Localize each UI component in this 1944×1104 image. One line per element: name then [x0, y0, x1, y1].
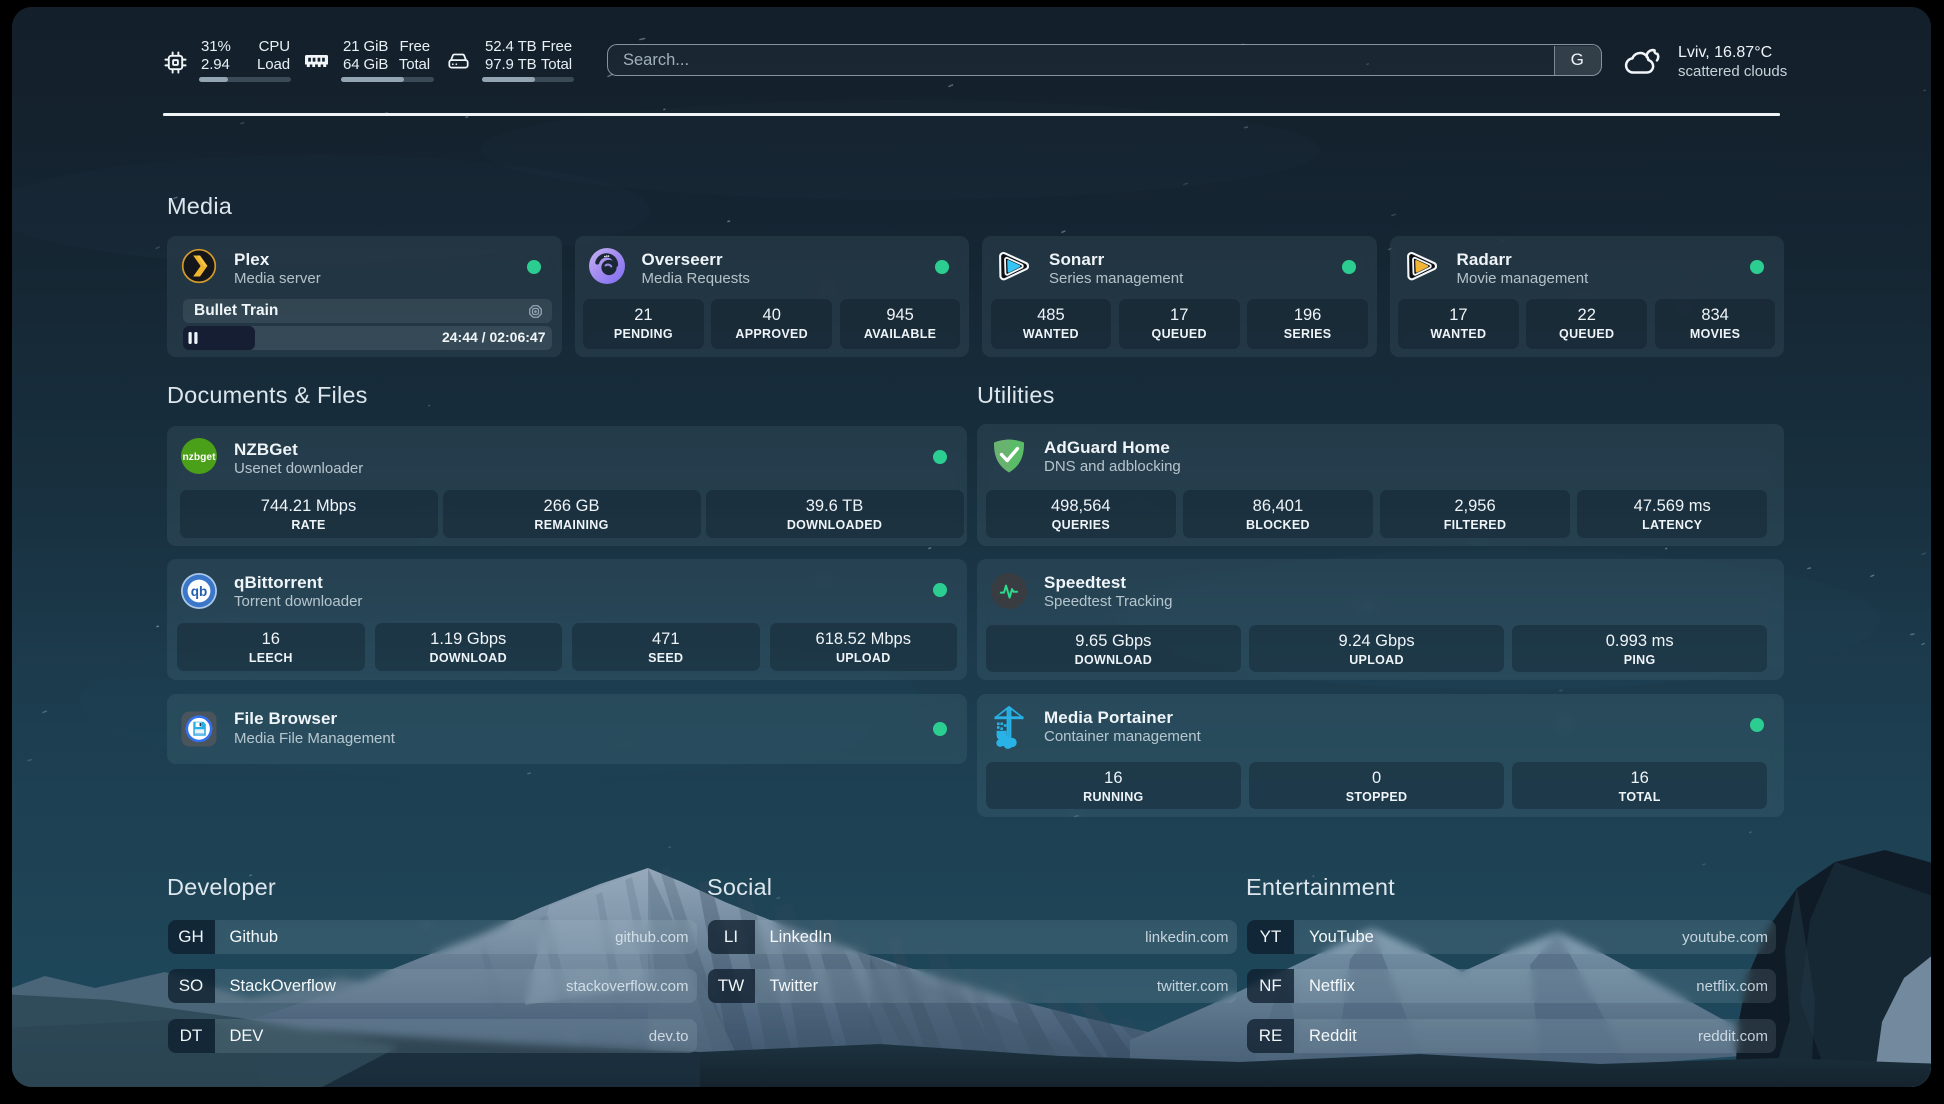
svg-text:qb: qb: [191, 583, 208, 598]
svg-text:nzbget: nzbget: [183, 452, 217, 463]
